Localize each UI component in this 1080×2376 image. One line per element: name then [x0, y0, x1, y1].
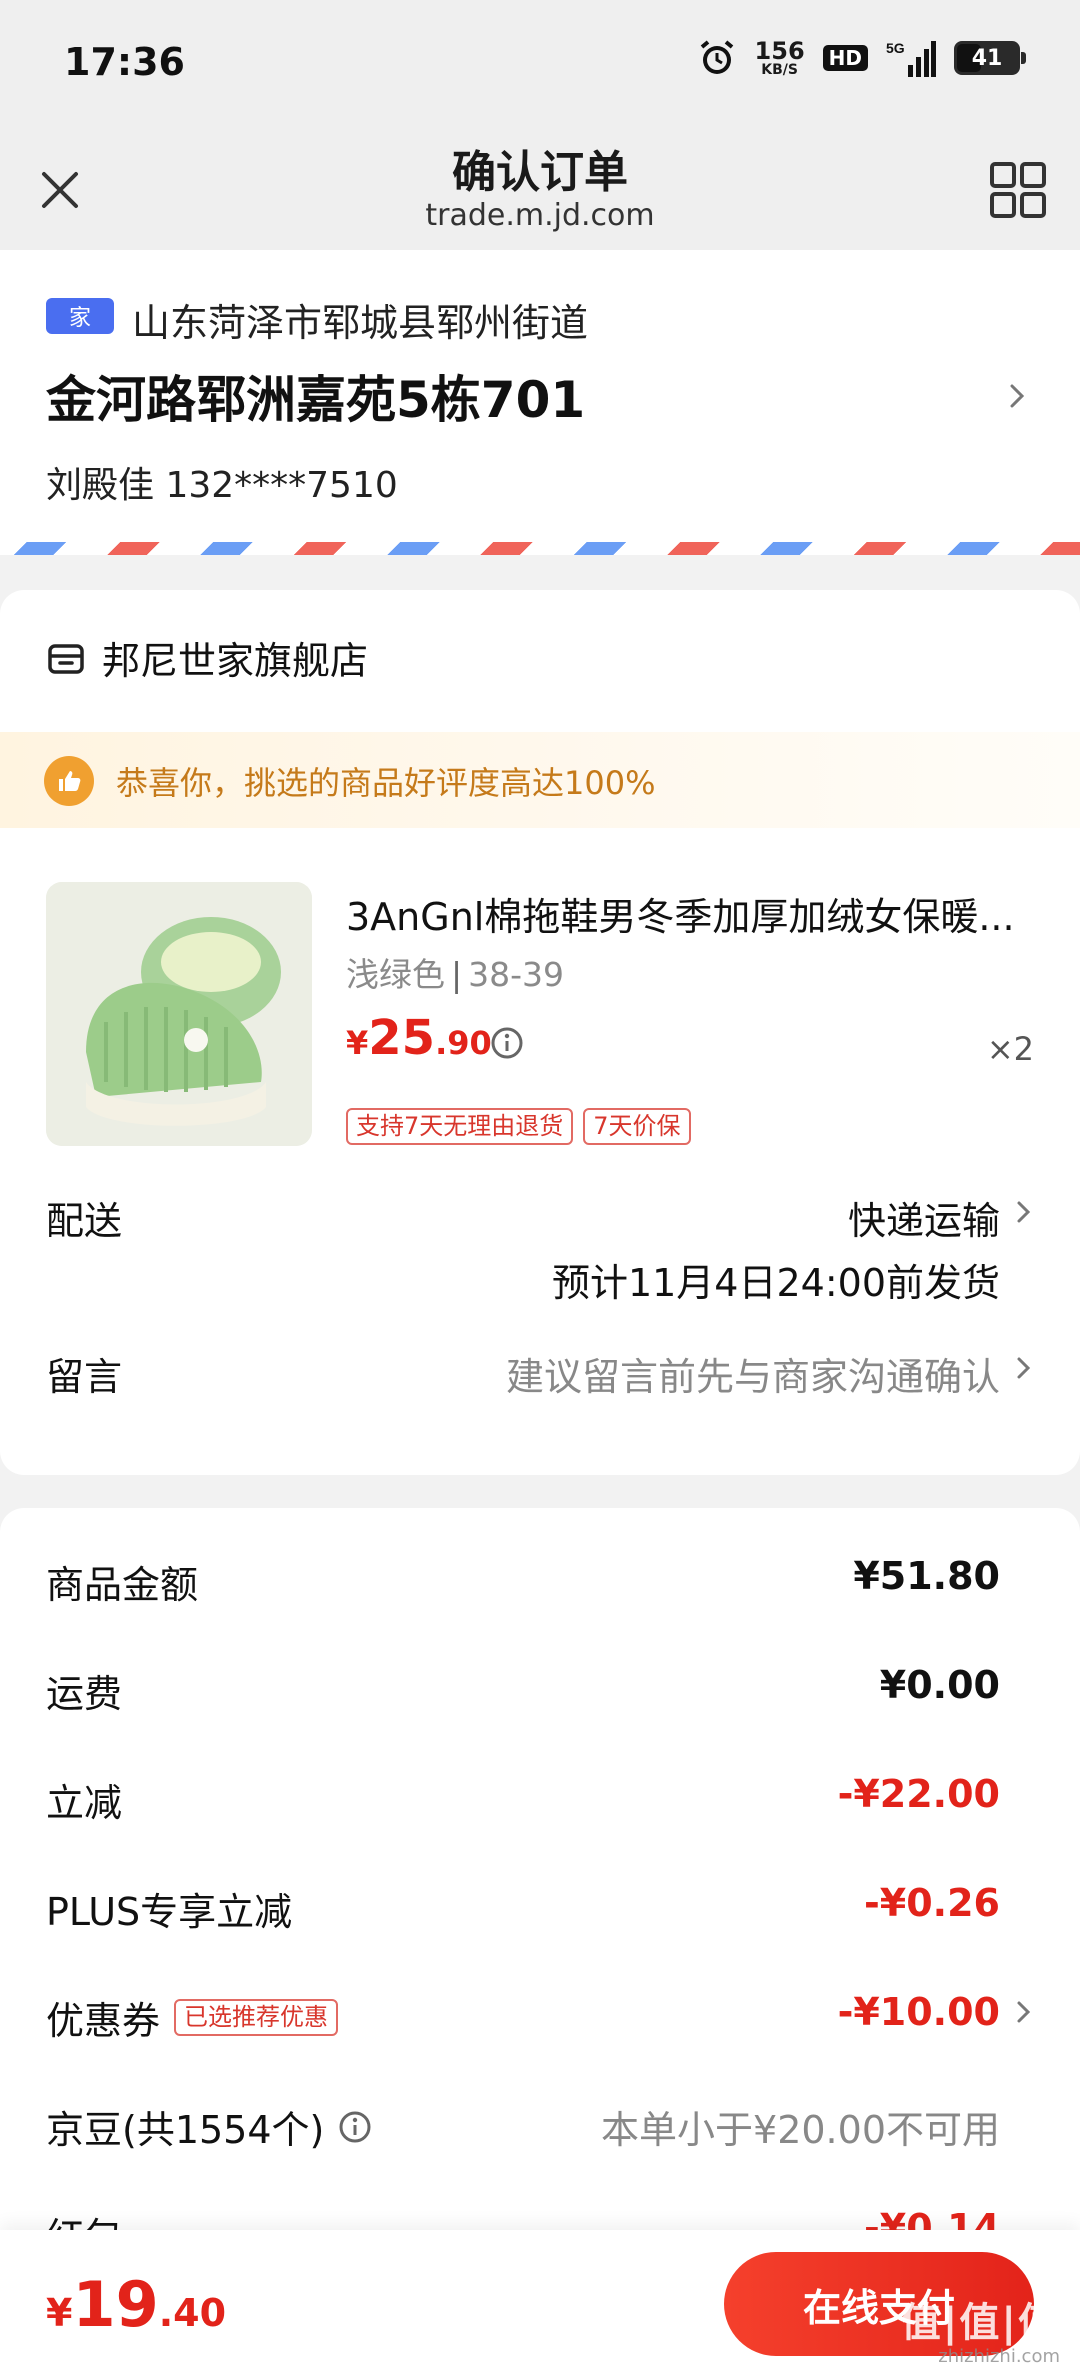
- info-icon[interactable]: [338, 2110, 372, 2144]
- chevron-right-icon: [1017, 1357, 1031, 1379]
- store-header[interactable]: 邦尼世家旗舰店: [46, 630, 368, 685]
- address-tag: 家: [46, 298, 114, 334]
- airmail-stripe: [0, 542, 1080, 555]
- product-size: 38-39: [468, 955, 565, 994]
- status-bar: 17:36 156 KB/S HD 5G 41: [0, 0, 1080, 130]
- product-quantity: ×2: [986, 1030, 1034, 1068]
- plus-discount-label: PLUS专享立减: [46, 1890, 293, 1934]
- store-card: 邦尼世家旗舰店 恭喜你，挑选的商品好评度高达100% 3AnGnl棉拖鞋男冬季加…: [0, 590, 1080, 1475]
- nav-bar: 确认订单 trade.m.jd.com: [0, 130, 1080, 250]
- jingdou-value: 本单小于¥20.00不可用: [601, 2108, 1000, 2152]
- goods-amount-value: ¥51.80: [853, 1554, 1000, 1598]
- product-image[interactable]: [46, 882, 312, 1146]
- address-detail: 金河路郓洲嘉苑5栋701: [46, 371, 586, 429]
- jingdou-row: 京豆(共1554个): [46, 2099, 372, 2154]
- net-speed-unit: KB/S: [761, 62, 798, 78]
- message-label: 留言: [46, 1355, 123, 1399]
- address-region: 山东菏泽市郓城县郓州街道: [132, 301, 589, 345]
- battery-level: 41: [971, 45, 1003, 71]
- total-decimal: .40: [158, 2291, 227, 2335]
- service-tag: 支持7天无理由退货: [346, 1108, 574, 1145]
- praise-text: 恭喜你，挑选的商品好评度高达100%: [116, 764, 656, 802]
- page-domain: trade.m.jd.com: [425, 198, 655, 233]
- shipping-value: ¥0.00: [879, 1663, 1000, 1707]
- price-currency: ¥: [346, 1024, 369, 1062]
- network-label: 5G: [886, 40, 905, 56]
- message-input[interactable]: 建议留言前先与商家沟通确认: [506, 1346, 1000, 1401]
- thumbs-up-icon: [44, 756, 94, 806]
- service-tag: 7天价保: [583, 1108, 691, 1145]
- coupon-label: 优惠券: [46, 1999, 161, 2043]
- chevron-right-icon: [1017, 1201, 1031, 1223]
- price-integer: 25: [368, 1010, 436, 1066]
- delivery-eta: 预计11月4日24:00前发货: [551, 1261, 1000, 1305]
- alarm-icon: [700, 40, 733, 74]
- goods-amount-label: 商品金额: [46, 1563, 199, 1607]
- shipping-label: 运费: [46, 1672, 123, 1716]
- coupon-value[interactable]: -¥10.00: [838, 1990, 1000, 2034]
- product-color: 浅绿色: [346, 955, 445, 994]
- watermark: 值|值|值: [900, 2300, 1060, 2346]
- coupon-row[interactable]: 优惠券 已选推荐优惠: [46, 1990, 339, 2045]
- info-icon[interactable]: [490, 1026, 524, 1060]
- store-icon: [48, 643, 84, 674]
- discount-value: -¥22.00: [837, 1772, 1000, 1816]
- address-contact: 刘殿佳 132****7510: [46, 465, 398, 506]
- total-price: ¥ 19 .40: [46, 2268, 226, 2341]
- chevron-right-icon: [1017, 2001, 1031, 2023]
- store-name: 邦尼世家旗舰店: [102, 639, 369, 683]
- plus-discount-value: -¥0.26: [864, 1881, 1000, 1925]
- address-card[interactable]: 家 山东菏泽市郓城县郓州街道 金河路郓洲嘉苑5栋701 刘殿佳 132****7…: [0, 250, 1080, 555]
- total-currency: ¥: [46, 2291, 73, 2335]
- grid-icon[interactable]: [986, 158, 1050, 222]
- delivery-method[interactable]: 快递运输: [848, 1190, 1000, 1245]
- status-time: 17:36: [64, 40, 185, 84]
- net-speed: 156 KB/S: [755, 39, 805, 77]
- delivery-label: 配送: [46, 1199, 123, 1243]
- product-price: ¥ 25 .90: [346, 1010, 492, 1066]
- jingdou-label: 京豆(共1554个): [46, 2108, 325, 2152]
- price-decimal: .90: [435, 1024, 492, 1062]
- battery-icon: 41: [954, 41, 1026, 75]
- chevron-right-icon: [1010, 384, 1025, 408]
- coupon-tag: 已选推荐优惠: [174, 1999, 339, 2036]
- praise-banner: 恭喜你，挑选的商品好评度高达100%: [0, 732, 1080, 828]
- discount-label: 立减: [46, 1781, 123, 1825]
- watermark-url: zhizhizhi.com: [938, 2346, 1060, 2367]
- product-spec: 浅绿色 | 38-39: [346, 948, 564, 996]
- total-integer: 19: [72, 2268, 159, 2341]
- signal-icon: 5G: [886, 40, 936, 77]
- spec-separator: |: [451, 955, 463, 994]
- product-title[interactable]: 3AnGnl棉拖鞋男冬季加厚加绒女保暖...: [346, 886, 1046, 941]
- amount-card: 商品金额 ¥51.80 运费 ¥0.00 立减 -¥22.00 PLUS专享立减…: [0, 1508, 1080, 2268]
- page-title: 确认订单: [452, 147, 628, 198]
- hd-badge: HD: [822, 45, 868, 71]
- service-tags: 支持7天无理由退货 7天价保: [346, 1108, 691, 1145]
- net-speed-value: 156: [754, 37, 805, 65]
- status-icons: 156 KB/S HD 5G 41: [697, 38, 1026, 78]
